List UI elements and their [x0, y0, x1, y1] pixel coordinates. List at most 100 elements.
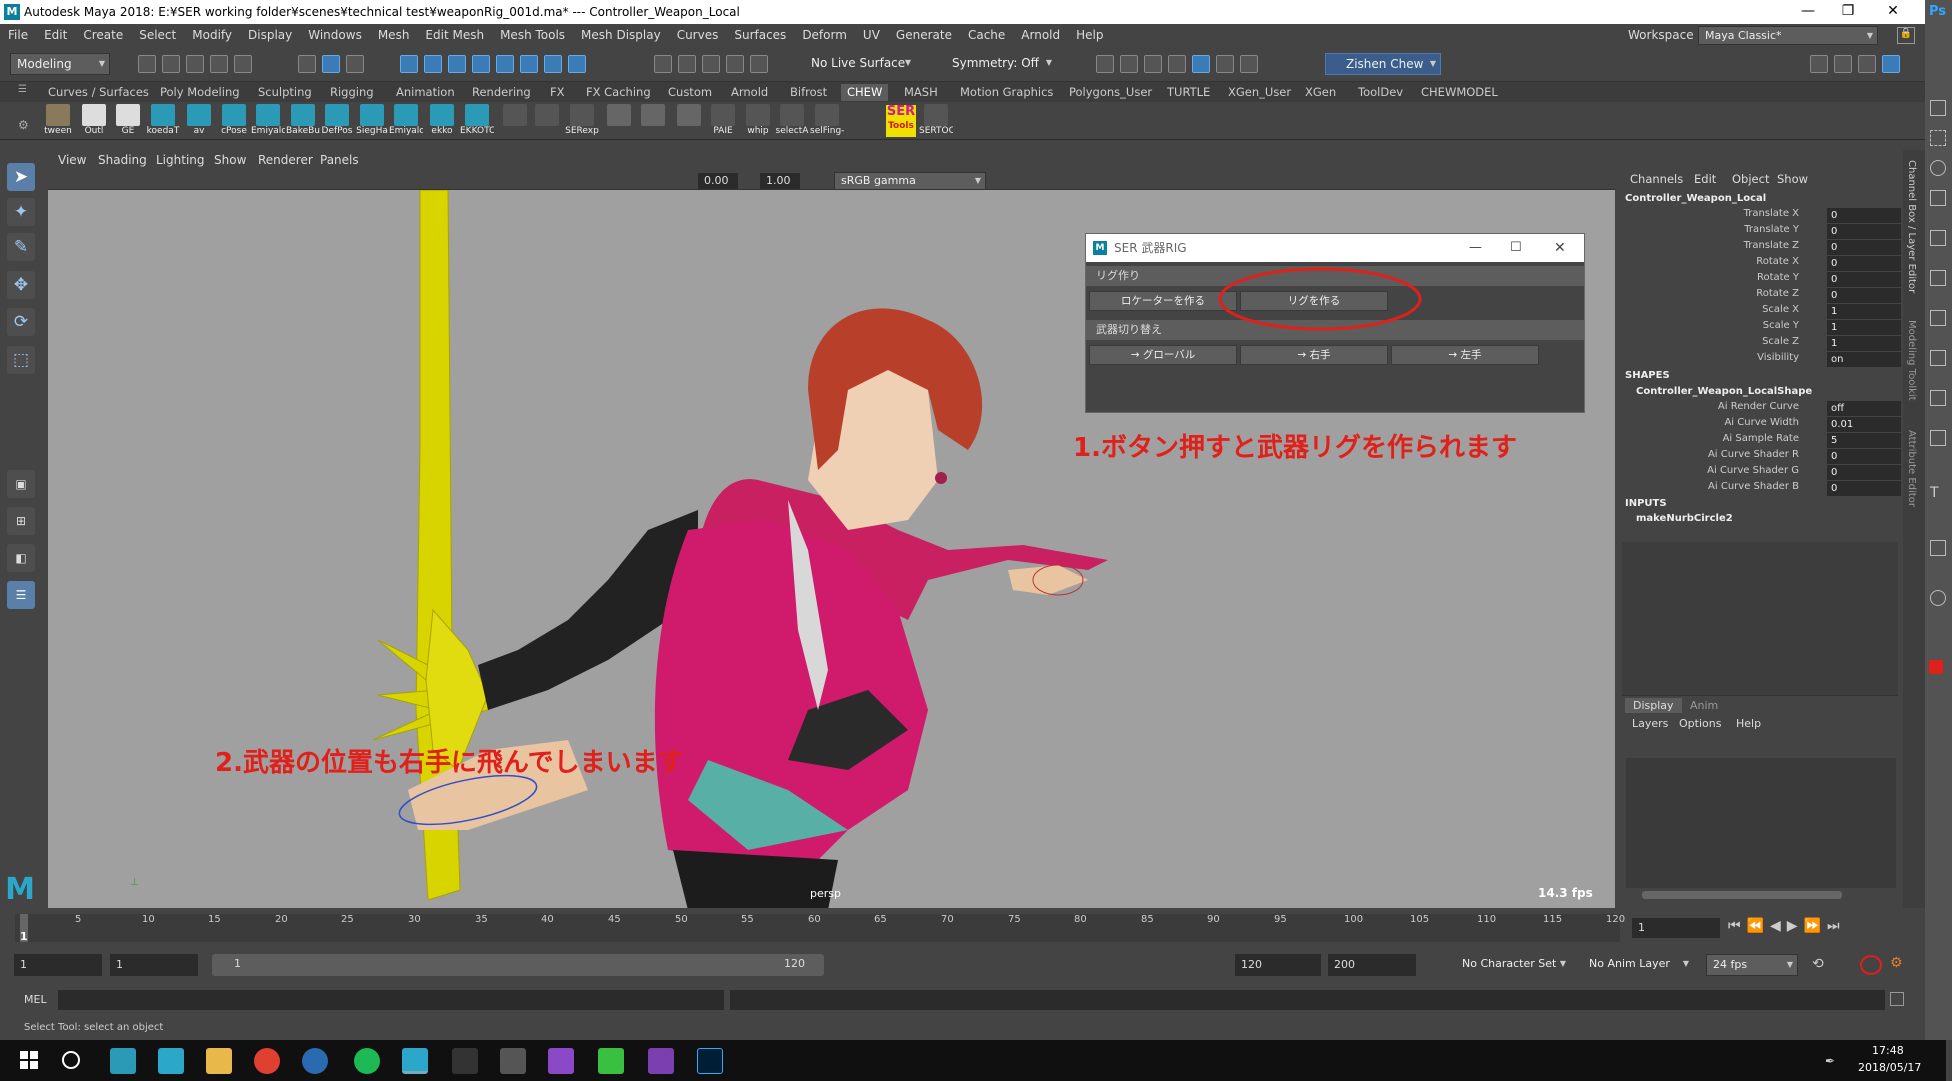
menu-windows[interactable]: Windows — [300, 28, 370, 42]
character-model[interactable] — [408, 308, 1108, 908]
layer-tab-display[interactable]: Display — [1625, 698, 1682, 713]
shelf-btn-cpose[interactable]: cPose — [219, 104, 249, 136]
ps-pen-icon[interactable] — [1930, 430, 1946, 446]
cb-menu-object[interactable]: Object — [1732, 172, 1769, 186]
live-surface-dropdown[interactable]: No Live Surface — [805, 53, 915, 75]
shelf-btn-ekko[interactable]: ekko — [427, 104, 457, 136]
lock-icon[interactable]: 🔒 — [1897, 27, 1915, 44]
shelf-btn-av[interactable]: av — [184, 104, 214, 136]
shelf-btn-defpos[interactable]: DefPos — [322, 104, 352, 136]
show-desktop-button[interactable] — [1946, 1040, 1952, 1081]
cb-row-rotate-y[interactable]: Rotate Y0 — [1618, 272, 1903, 288]
fps-dropdown[interactable]: 24 fps — [1706, 954, 1798, 976]
shelf-btn-script-1[interactable] — [500, 104, 530, 126]
command-input[interactable] — [58, 990, 724, 1010]
layer-menu-help[interactable]: Help — [1736, 717, 1761, 730]
taskbar-spotify-icon[interactable] — [354, 1048, 380, 1074]
cb-row-scale-x[interactable]: Scale X1 — [1618, 304, 1903, 320]
menu-mesh-tools[interactable]: Mesh Tools — [492, 28, 573, 42]
colorspace-dropdown[interactable]: sRGB gamma — [834, 172, 986, 190]
ps-move-icon[interactable] — [1930, 100, 1946, 116]
menu-curves[interactable]: Curves — [669, 28, 727, 42]
shelf-btn-bakebu[interactable]: BakeBu — [286, 104, 320, 136]
character-set-dropdown[interactable]: No Character Set — [1456, 954, 1570, 976]
menu-cache[interactable]: Cache — [960, 28, 1013, 42]
layer-menu-layers[interactable]: Layers — [1632, 717, 1668, 730]
taskbar-calculator-icon[interactable] — [500, 1048, 526, 1074]
scene-start-field[interactable]: 1 — [14, 954, 102, 976]
modeling-toolkit-icon[interactable] — [1810, 55, 1828, 73]
persp-outliner-layout-icon[interactable]: ◧ — [7, 544, 35, 572]
channel-box-icon[interactable] — [1882, 55, 1900, 73]
vp-menu-view[interactable]: View — [58, 153, 86, 167]
user-account-dropdown[interactable]: Zishen Chew — [1325, 53, 1441, 75]
cb-menu-edit[interactable]: Edit — [1694, 172, 1716, 186]
ps-zoom-icon[interactable] — [1930, 590, 1946, 606]
shelf-btn-siegha[interactable]: SiegHa — [356, 104, 388, 136]
taskbar-chat-icon[interactable] — [598, 1048, 624, 1074]
ps-foreground-color[interactable] — [1929, 660, 1943, 674]
snap-view-icon[interactable] — [472, 55, 490, 73]
switch-right-hand-button[interactable]: → 右手 — [1240, 345, 1388, 365]
playback-start-field[interactable]: 1 — [110, 954, 198, 976]
workspace-dropdown[interactable]: Maya Classic* — [1698, 26, 1878, 45]
tool-settings-icon[interactable] — [1858, 55, 1876, 73]
shelf-tab-chew[interactable]: CHEW — [841, 84, 889, 101]
shelf-btn-tween[interactable]: tween — [43, 104, 73, 136]
ps-marquee-icon[interactable] — [1930, 130, 1946, 146]
menu-edit[interactable]: Edit — [36, 28, 75, 42]
anim-layer-dropdown[interactable]: No Anim Layer — [1583, 954, 1693, 976]
menu-select[interactable]: Select — [131, 28, 184, 42]
shelf-btn-joint-tool[interactable] — [638, 104, 668, 126]
shelf-tab-tooldev[interactable]: ToolDev — [1358, 84, 1403, 101]
shelf-btn-ge[interactable]: GE — [113, 104, 143, 136]
shelf-tab-mash[interactable]: MASH — [904, 84, 938, 101]
menu-mesh[interactable]: Mesh — [370, 28, 418, 42]
side-tab-channel-box[interactable]: Channel Box / Layer Editor — [1906, 160, 1917, 293]
snap-point-icon[interactable] — [448, 55, 466, 73]
anim-prefs-icon[interactable]: ⚙ — [1890, 955, 1908, 973]
paint-select-tool-icon[interactable]: ✎ — [7, 233, 35, 261]
shelf-btn-whip[interactable]: whip — [743, 104, 773, 136]
scale-tool-icon[interactable]: ⬚ — [7, 346, 35, 374]
construction-history-icon[interactable] — [702, 55, 720, 73]
menu-edit-mesh[interactable]: Edit Mesh — [417, 28, 492, 42]
four-view-layout-icon[interactable]: ⊞ — [7, 507, 35, 535]
menu-display[interactable]: Display — [240, 28, 300, 42]
shelf-tab-rigging[interactable]: Rigging — [330, 84, 374, 101]
playback-controls[interactable]: ⏮⏪◀▶⏩⏭ — [1728, 918, 1846, 934]
script-editor-icon[interactable] — [1890, 992, 1904, 1006]
arnold-render-icon[interactable] — [1192, 55, 1210, 73]
select-component-icon[interactable] — [346, 55, 364, 73]
layer-menu-options[interactable]: Options — [1679, 717, 1721, 730]
outliner-layout-icon[interactable]: ☰ — [7, 581, 35, 609]
close-window-button[interactable]: ✕ — [1870, 0, 1916, 24]
ps-gradient-icon[interactable] — [1930, 390, 1946, 406]
shelf-btn-selfing[interactable]: selFing- — [810, 104, 844, 136]
shelf-settings-icon[interactable]: ⚙ — [18, 118, 29, 132]
cb-row-ai-curve-shader-g[interactable]: Ai Curve Shader G0 — [1618, 465, 1903, 481]
history-icon[interactable] — [568, 55, 586, 73]
playback-end-field[interactable]: 120 — [1235, 954, 1321, 976]
render-frame-icon[interactable] — [1096, 55, 1114, 73]
exposure-field[interactable]: 0.00 — [698, 173, 738, 189]
shelf-btn-outl[interactable]: Outl — [79, 104, 109, 136]
taskbar-maya-active-icon[interactable] — [402, 1048, 428, 1074]
menu-generate[interactable]: Generate — [888, 28, 960, 42]
shelf-tab-custom[interactable]: Custom — [668, 84, 712, 101]
shelf-btn-emiyalc-2[interactable]: Emiyalc — [389, 104, 423, 136]
single-perspective-layout-icon[interactable]: ▣ — [7, 470, 35, 498]
pause-icon[interactable] — [1240, 55, 1258, 73]
cb-row-scale-z[interactable]: Scale Z1 — [1618, 336, 1903, 352]
menu-uv[interactable]: UV — [855, 28, 888, 42]
select-object-icon[interactable] — [322, 55, 340, 73]
shelf-btn-paie[interactable]: PAIE — [708, 104, 738, 136]
shelf-btn-serexp[interactable]: SERexp — [565, 104, 599, 136]
cb-menu-show[interactable]: Show — [1777, 172, 1808, 186]
cb-row-rotate-x[interactable]: Rotate X0 — [1618, 256, 1903, 272]
new-scene-icon[interactable] — [138, 55, 156, 73]
menu-mesh-display[interactable]: Mesh Display — [573, 28, 669, 42]
scene-end-field[interactable]: 200 — [1328, 954, 1416, 976]
ser-tools-logo[interactable]: SER Tools — [886, 105, 916, 137]
ps-shape-icon[interactable] — [1930, 540, 1946, 556]
